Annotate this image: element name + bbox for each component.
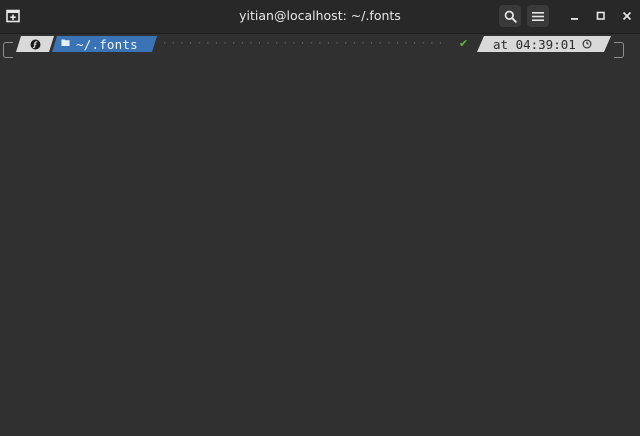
- minimize-icon: [571, 18, 578, 20]
- clock-icon: [582, 39, 592, 49]
- prompt-time: at 04:39:01: [493, 36, 576, 52]
- header-bar: yitian@localhost: ~/.fonts: [0, 0, 640, 34]
- terminal-area[interactable]: 🖿 ~/.fonts ·····························…: [0, 34, 640, 436]
- minimize-button[interactable]: [566, 7, 584, 25]
- hamburger-menu-icon: [532, 11, 544, 21]
- menu-button[interactable]: [527, 5, 549, 27]
- maximize-icon: [596, 11, 605, 20]
- prompt-filler-dots: ··································: [162, 39, 448, 49]
- terminal-window: yitian@localhost: ~/.fonts 🖿 ~/.fonts ··…: [0, 0, 640, 436]
- os-segment: [16, 36, 54, 52]
- close-button[interactable]: [618, 7, 636, 25]
- time-segment: at 04:39:01: [477, 36, 611, 52]
- checkmark-icon: ✔: [459, 37, 469, 50]
- search-button[interactable]: [499, 5, 521, 27]
- directory-segment: 🖿 ~/.fonts: [52, 36, 157, 52]
- search-icon: [504, 10, 517, 23]
- close-icon: [622, 11, 632, 21]
- folder-icon: 🖿: [61, 39, 71, 49]
- fedora-logo-icon: [30, 39, 41, 50]
- maximize-button[interactable]: [592, 7, 610, 25]
- prompt-left-bracket: [3, 42, 13, 58]
- current-directory: ~/.fonts: [76, 36, 138, 52]
- shell-prompt: 🖿 ~/.fonts ·····························…: [0, 34, 640, 60]
- prompt-right-bracket: [614, 42, 624, 58]
